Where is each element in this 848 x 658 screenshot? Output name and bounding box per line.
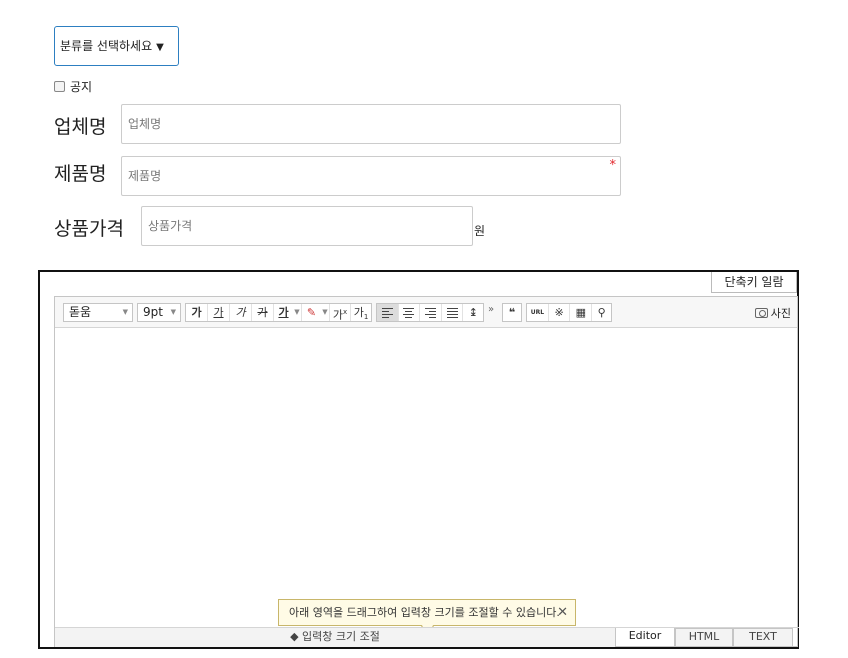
bold-button[interactable]: 가 <box>186 304 207 321</box>
superscript-button[interactable]: 가x <box>330 304 350 322</box>
line-height-icon[interactable]: ↨ <box>463 304 483 321</box>
price-placeholder: 상품가격 <box>148 219 193 233</box>
more-tools-icon[interactable]: » <box>488 304 494 315</box>
editor-toolbar: 돋움 ▼ 9pt ▼ 가 가 가 가 가 ▼ ✎ ▼ 가x 가1 ↨ » ❝ U… <box>55 297 797 328</box>
superscript-mark: x <box>342 308 348 316</box>
font-family-value: 돋움 <box>69 305 92 319</box>
search-icon[interactable]: ⚲ <box>592 304 611 321</box>
table-icon[interactable]: ▦ <box>570 304 591 321</box>
chevron-down-icon[interactable]: ▼ <box>321 304 329 321</box>
company-input[interactable]: 업체명 <box>121 104 621 144</box>
resize-handle[interactable]: ◆ 입력창 크기 조절 <box>55 627 615 647</box>
chevron-down-icon: ▼ <box>170 308 176 316</box>
chevron-down-icon[interactable]: ▼ <box>293 304 301 321</box>
chevron-down-icon: ▼ <box>156 42 164 53</box>
editor-mode-tabs: Editor HTML TEXT <box>615 627 799 647</box>
editor-body: 돋움 ▼ 9pt ▼ 가 가 가 가 가 ▼ ✎ ▼ 가x 가1 ↨ » ❝ U… <box>54 296 799 647</box>
camera-icon <box>754 308 768 318</box>
special-char-button[interactable]: ※ <box>549 304 570 321</box>
price-input[interactable]: 상품가격 <box>141 206 473 246</box>
font-size-value: 9pt <box>143 305 163 319</box>
price-unit: 원 <box>474 224 486 238</box>
close-icon[interactable]: ✕ <box>557 600 568 625</box>
font-size-select[interactable]: 9pt ▼ <box>137 303 181 322</box>
shortcut-list-button[interactable]: 단축키 일람 <box>711 272 797 293</box>
align-right-icon[interactable] <box>420 304 441 321</box>
category-select-label: 분류를 선택하세요 <box>60 39 153 53</box>
align-justify-icon[interactable] <box>442 304 463 321</box>
product-input[interactable]: 제품명 * <box>121 156 621 196</box>
align-group: ↨ <box>376 303 484 322</box>
subscript-glyph: 가 <box>353 306 364 319</box>
italic-button[interactable]: 가 <box>230 304 251 321</box>
text-format-group: 가 가 가 가 가 ▼ ✎ ▼ 가x 가1 <box>185 303 372 322</box>
font-family-select[interactable]: 돋움 ▼ <box>63 303 133 322</box>
product-placeholder: 제품명 <box>128 169 162 183</box>
product-label: 제품명 <box>54 163 107 185</box>
category-select[interactable]: 분류를 선택하세요 ▼ <box>54 26 179 66</box>
chevron-down-icon: ▼ <box>122 308 128 316</box>
superscript-glyph: 가 <box>332 308 343 322</box>
highlight-icon[interactable]: ✎ <box>302 304 321 321</box>
quote-group: ❝ <box>502 303 522 322</box>
text-color-button[interactable]: 가 <box>274 304 293 321</box>
photo-label: 사진 <box>770 307 791 320</box>
notice-option[interactable]: 공지 <box>54 78 92 95</box>
strikethrough-button[interactable]: 가 <box>252 304 273 321</box>
align-left-icon[interactable] <box>377 304 398 321</box>
subscript-button[interactable]: 가1 <box>351 304 371 321</box>
align-center-icon[interactable] <box>399 304 420 321</box>
company-placeholder: 업체명 <box>128 117 162 131</box>
tab-text[interactable]: TEXT <box>733 628 793 647</box>
underline-button[interactable]: 가 <box>208 304 229 321</box>
price-label: 상품가격 <box>54 218 124 240</box>
quote-icon[interactable]: ❝ <box>503 304 521 321</box>
resize-tooltip: 아래 영역을 드래그하여 입력창 크기를 조절할 수 있습니다. ✕ <box>278 599 576 626</box>
editor-content-area[interactable] <box>55 328 797 627</box>
insert-group: URL ※ ▦ ⚲ <box>526 303 612 322</box>
photo-button[interactable]: 사진 <box>754 305 791 321</box>
tab-editor[interactable]: Editor <box>615 628 675 647</box>
subscript-mark: 1 <box>363 313 369 322</box>
link-button[interactable]: URL <box>527 304 548 321</box>
resize-tooltip-text: 아래 영역을 드래그하여 입력창 크기를 조절할 수 있습니다. <box>289 606 560 619</box>
notice-checkbox[interactable] <box>54 81 65 92</box>
company-label: 업체명 <box>54 116 107 138</box>
editor: 단축키 일람 돋움 ▼ 9pt ▼ 가 가 가 가 가 ▼ ✎ ▼ 가x 가1 … <box>38 270 799 649</box>
notice-label: 공지 <box>70 80 93 94</box>
tab-html[interactable]: HTML <box>675 628 733 647</box>
required-mark: * <box>609 158 617 173</box>
resize-handle-label: ◆ 입력창 크기 조절 <box>290 630 380 643</box>
